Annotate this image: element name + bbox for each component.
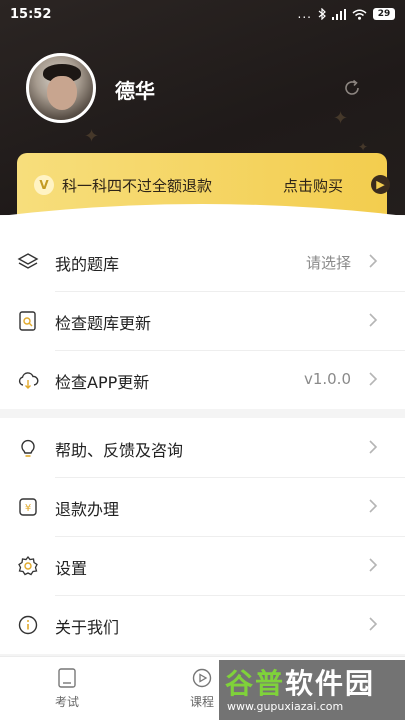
chevron-right-icon <box>369 313 378 327</box>
menu-item-about-us[interactable]: 关于我们 <box>0 595 405 654</box>
avatar-face <box>47 76 77 110</box>
menu-item-settings[interactable]: 设置 <box>0 536 405 595</box>
sparkle-decoration-icon: ✦ <box>358 140 369 154</box>
menu-item-check-app-update[interactable]: 检查APP更新 v1.0.0 <box>0 350 405 409</box>
menu-label: 关于我们 <box>55 618 120 637</box>
chevron-right-icon <box>369 558 378 572</box>
signal-icon <box>332 8 346 20</box>
bluetooth-icon <box>318 8 326 20</box>
vip-badge-icon: V <box>34 175 54 195</box>
sparkle-decoration-icon: ✦ <box>84 126 100 147</box>
username: 德华 <box>115 79 155 103</box>
chevron-right-circle-icon[interactable]: ▶ <box>371 175 390 194</box>
wifi-icon <box>352 9 367 20</box>
chevron-right-icon <box>369 499 378 513</box>
chevron-right-icon <box>369 617 378 631</box>
search-doc-icon <box>19 311 36 331</box>
status-bar: 15:52 ... 29 <box>0 0 405 28</box>
gear-icon <box>18 555 38 576</box>
chevron-right-icon <box>369 440 378 454</box>
menu-value: 请选择 <box>305 254 351 272</box>
menu-item-check-bank-update[interactable]: 检查题库更新 <box>0 291 405 350</box>
buy-button[interactable]: 点击购买 <box>283 175 343 196</box>
cloud-download-icon <box>18 372 39 389</box>
menu-group-support: 帮助、反馈及咨询 ¥ 退款办理 设置 关于我们 <box>0 418 405 654</box>
menu-label: 帮助、反馈及咨询 <box>55 441 184 460</box>
watermark-text: 谷普软件园 <box>225 662 375 702</box>
watermark-white-text: 软件园 <box>285 667 376 700</box>
info-icon <box>18 615 38 635</box>
tab-label: 课程 <box>189 695 214 709</box>
menu-group-question-bank: 我的题库 请选择 检查题库更新 检查APP更新 v1.0.0 <box>0 232 405 409</box>
svg-text:¥: ¥ <box>25 503 31 514</box>
exam-icon <box>58 668 76 688</box>
menu-label: 我的题库 <box>55 255 120 274</box>
watermark-url: www.gupuxiazai.com <box>227 700 344 713</box>
refund-icon: ¥ <box>19 498 37 516</box>
lightbulb-icon <box>21 439 35 457</box>
menu-item-refund[interactable]: ¥ 退款办理 <box>0 477 405 536</box>
notification-dots: ... <box>297 7 312 21</box>
avatar[interactable] <box>26 53 96 123</box>
refresh-icon[interactable] <box>342 78 362 98</box>
menu-label: 退款办理 <box>55 500 120 519</box>
menu-label: 检查题库更新 <box>55 314 152 333</box>
watermark-green-text: 谷普 <box>225 667 286 700</box>
menu-label: 检查APP更新 <box>55 373 150 392</box>
menu-item-help-feedback[interactable]: 帮助、反馈及咨询 <box>0 418 405 477</box>
menu-value: v1.0.0 <box>303 370 351 388</box>
course-icon <box>192 668 212 688</box>
header-curve <box>0 204 405 236</box>
banner-text: 科一科四不过全额退款 <box>62 177 213 195</box>
layers-icon <box>17 253 39 269</box>
watermark-logo: 谷普软件园 www.gupuxiazai.com <box>219 660 405 720</box>
sparkle-decoration-icon: ✦ <box>333 108 349 129</box>
chevron-right-icon <box>369 372 378 386</box>
tab-label: 考试 <box>54 695 79 709</box>
menu-label: 设置 <box>55 559 88 578</box>
tab-exam[interactable]: 考试 <box>37 667 97 710</box>
menu-item-my-question-bank[interactable]: 我的题库 请选择 <box>0 232 405 291</box>
status-time: 15:52 <box>10 6 52 22</box>
battery-icon: 29 <box>373 8 395 20</box>
chevron-right-icon <box>369 254 378 268</box>
